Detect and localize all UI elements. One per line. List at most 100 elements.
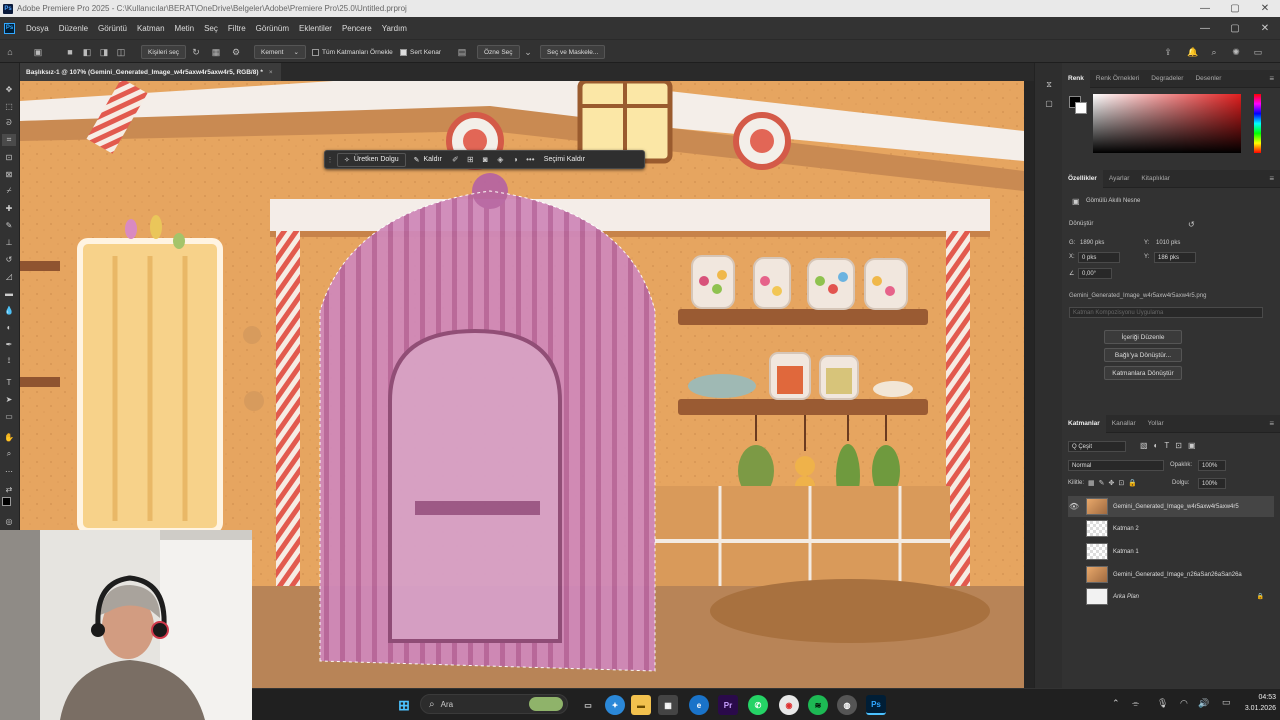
adjustment-icon[interactable]: ◑ [508, 155, 523, 164]
menu-help[interactable]: Yardım [377, 24, 412, 33]
layer-filter-select[interactable]: Q Çeşit [1068, 441, 1126, 452]
tab-adjustments[interactable]: Ayarlar [1103, 170, 1135, 188]
clock-time[interactable]: 04:53 [1246, 694, 1276, 701]
close-tab-icon[interactable]: × [269, 69, 273, 76]
color-background-swatch[interactable] [1075, 102, 1087, 114]
rectangle-tool-icon[interactable]: ▭ [2, 410, 16, 422]
layer-comp-select[interactable]: Katman Kompozisyonu Uygulama [1069, 307, 1263, 318]
convert-to-layers-button[interactable]: Katmanlara Dönüştür [1104, 366, 1182, 380]
whatsapp-icon[interactable]: ✆ [748, 695, 768, 715]
minimize-button[interactable]: — [1190, 0, 1220, 17]
quick-mask-icon[interactable]: ◎ [2, 515, 16, 527]
document-tab[interactable]: Başlıksız-1 @ 107% (Gemini_Generated_Ima… [20, 63, 281, 81]
tab-patterns[interactable]: Desenler [1189, 70, 1227, 88]
move-tool-icon[interactable]: ✥ [2, 83, 16, 95]
subtract-selection-icon[interactable]: ◨ [98, 45, 110, 59]
hard-edge-checkbox[interactable]: Sert Kenar [400, 45, 441, 59]
new-selection-icon[interactable]: ■ [64, 45, 76, 59]
width-value[interactable]: 1890 pks [1080, 240, 1104, 246]
lasso-tool-icon[interactable]: ᘐ [2, 117, 16, 129]
x-position-field[interactable]: 0 pks [1078, 252, 1120, 263]
swap-colors-icon[interactable]: ⇄ [2, 483, 16, 495]
tab-paths[interactable]: Yollar [1142, 415, 1170, 433]
object-finder-icon[interactable]: ▦ [210, 45, 222, 59]
menu-file[interactable]: Dosya [21, 24, 54, 33]
properties-menu-icon[interactable]: ≡ [1269, 174, 1274, 183]
y-position-field[interactable]: 186 pks [1154, 252, 1196, 263]
color-picker-field[interactable] [1093, 94, 1241, 153]
layer-row[interactable]: 👁 Gemini_Generated_Image_w4r5axw4r5axw4r… [1068, 496, 1274, 517]
fill-field[interactable]: 100% [1198, 478, 1226, 489]
share-icon[interactable]: ⇪ [1162, 45, 1174, 59]
menu-select[interactable]: Seç [199, 24, 223, 33]
photoshop-taskbar-icon[interactable]: Ps [866, 695, 886, 715]
drag-handle-icon[interactable]: ⋮ [325, 156, 335, 164]
add-selection-icon[interactable]: ◧ [81, 45, 93, 59]
mask-icon[interactable]: ◙ [478, 155, 493, 164]
store-icon[interactable]: ▦ [658, 695, 678, 715]
edge-browser-icon[interactable]: e [689, 695, 709, 715]
edit-contents-button[interactable]: İçeriği Düzenle [1104, 330, 1182, 344]
select-people-button[interactable]: Kişileri seç [141, 45, 187, 59]
layers-menu-icon[interactable]: ≡ [1269, 419, 1274, 428]
layer-row[interactable]: Katman 2 [1068, 518, 1274, 539]
layer-row[interactable]: Gemini_Generated_Image_n26aSan26aSan26a [1068, 564, 1274, 585]
layer-row[interactable]: Arka Plan 🔒 [1068, 586, 1274, 607]
fill-icon[interactable]: ◈ [493, 155, 508, 164]
chrome-icon[interactable]: ◉ [779, 695, 799, 715]
tab-layers[interactable]: Katmanlar [1062, 414, 1106, 433]
menu-layer[interactable]: Katman [132, 24, 170, 33]
height-value[interactable]: 1010 pks [1156, 240, 1180, 246]
close-button[interactable]: ✕ [1250, 0, 1280, 17]
settings-gear-icon[interactable]: ⚙ [230, 45, 242, 59]
discover-icon[interactable]: ✺ [1230, 45, 1242, 59]
windows-start-icon[interactable]: ⊞ [394, 695, 414, 715]
select-subject-icon[interactable]: ▤ [456, 45, 468, 59]
hue-slider[interactable] [1254, 94, 1261, 153]
clone-stamp-tool-icon[interactable]: ⊥ [2, 236, 16, 248]
wifi-icon[interactable]: ◠ [1180, 698, 1188, 709]
deselect-button[interactable]: Seçimi Kaldır [538, 156, 591, 163]
type-tool-icon[interactable]: T [2, 376, 16, 388]
tab-properties[interactable]: Özellikler [1062, 169, 1103, 188]
tab-color[interactable]: Renk [1062, 69, 1090, 88]
angle-field[interactable]: 0,00° [1078, 268, 1112, 279]
dodge-tool-icon[interactable]: ◐ [2, 321, 16, 333]
workspace-icon[interactable]: ▭ [1252, 45, 1264, 59]
eyedropper-tool-icon[interactable]: ⌿ [2, 185, 16, 197]
more-tools-icon[interactable]: ⋯ [2, 465, 16, 477]
menu-plugins[interactable]: Eklentiler [294, 24, 337, 33]
tab-gradients[interactable]: Degradeler [1145, 70, 1189, 88]
layer-row[interactable]: Katman 1 [1068, 541, 1274, 562]
show-hidden-icons-icon[interactable]: ⌃ [1112, 698, 1120, 709]
convert-to-linked-button[interactable]: Bağlı'ya Dönüştür... [1104, 348, 1182, 362]
path-selection-tool-icon[interactable]: ➤ [2, 393, 16, 405]
tab-swatches[interactable]: Renk Örnekleri [1090, 70, 1145, 88]
tab-channels[interactable]: Kanallar [1106, 415, 1142, 433]
taskbar-search-box[interactable]: ⌕ Ara [420, 694, 568, 714]
opacity-field[interactable]: 100% [1198, 460, 1226, 471]
ps-maximize-button[interactable]: ▢ [1220, 17, 1250, 39]
object-selection-tool-icon[interactable]: ⌗ [2, 134, 16, 146]
layer-filter-icons[interactable]: ▧◐T⊡▣ [1140, 441, 1202, 450]
menu-view[interactable]: Görünüm [251, 24, 294, 33]
obs-icon[interactable]: ◍ [837, 695, 857, 715]
menu-filter[interactable]: Filtre [223, 24, 251, 33]
premiere-pro-icon[interactable]: Pr [718, 695, 738, 715]
menu-type[interactable]: Metin [170, 24, 200, 33]
maximize-button[interactable]: ▢ [1220, 0, 1250, 17]
notifications-bell-icon[interactable]: 🔔 [1187, 45, 1199, 59]
crop-tool-icon[interactable]: ⊡ [2, 151, 16, 163]
generative-fill-button[interactable]: ✧ Üretken Dolgu [337, 152, 406, 167]
file-explorer-icon[interactable]: ▬ [631, 695, 651, 715]
tab-libraries[interactable]: Kitaplıklar [1135, 170, 1176, 188]
menu-image[interactable]: Görüntü [93, 24, 132, 33]
marquee-tool-icon[interactable]: ⬚ [2, 100, 16, 112]
eraser-tool-icon[interactable]: ◿ [2, 270, 16, 282]
menu-edit[interactable]: Düzenle [54, 24, 93, 33]
foreground-color-swatch[interactable] [2, 497, 11, 506]
hand-tool-icon[interactable]: ✋ [2, 431, 16, 443]
remove-button[interactable]: ✎ Kaldır [408, 156, 448, 164]
copilot-icon[interactable]: ✦ [605, 695, 625, 715]
intersect-selection-icon[interactable]: ◫ [115, 45, 127, 59]
